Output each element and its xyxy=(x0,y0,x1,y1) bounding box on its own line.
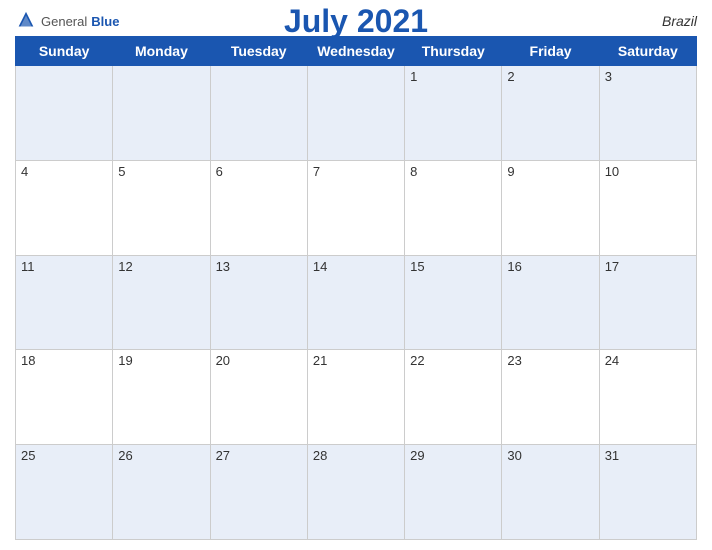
day-number: 16 xyxy=(507,259,521,274)
header-sunday: Sunday xyxy=(16,37,113,66)
calendar-day-cell: 26 xyxy=(113,445,210,540)
calendar-day-cell: 5 xyxy=(113,160,210,255)
day-number: 20 xyxy=(216,353,230,368)
calendar-title: July 2021 xyxy=(284,3,428,40)
day-number: 2 xyxy=(507,69,514,84)
day-number: 25 xyxy=(21,448,35,463)
day-number: 28 xyxy=(313,448,327,463)
calendar-day-cell: 30 xyxy=(502,445,599,540)
calendar-week-row: 25 26 27 28 29 30 31 xyxy=(16,445,697,540)
calendar-day-cell: 6 xyxy=(210,160,307,255)
header-thursday: Thursday xyxy=(405,37,502,66)
day-number: 7 xyxy=(313,164,320,179)
calendar-day-cell: 18 xyxy=(16,350,113,445)
day-number: 17 xyxy=(605,259,619,274)
calendar-day-cell: 1 xyxy=(405,66,502,161)
calendar-day-cell: 16 xyxy=(502,255,599,350)
logo-icon xyxy=(15,10,37,32)
day-number: 23 xyxy=(507,353,521,368)
calendar-day-cell: 10 xyxy=(599,160,696,255)
calendar-day-cell: 21 xyxy=(307,350,404,445)
logo: General Blue xyxy=(15,10,119,32)
calendar-day-cell: 4 xyxy=(16,160,113,255)
header-friday: Friday xyxy=(502,37,599,66)
header-saturday: Saturday xyxy=(599,37,696,66)
weekday-header-row: Sunday Monday Tuesday Wednesday Thursday… xyxy=(16,37,697,66)
day-number: 29 xyxy=(410,448,424,463)
calendar-day-cell: 9 xyxy=(502,160,599,255)
day-number: 8 xyxy=(410,164,417,179)
day-number: 15 xyxy=(410,259,424,274)
day-number: 4 xyxy=(21,164,28,179)
country-label: Brazil xyxy=(662,13,697,29)
day-number: 13 xyxy=(216,259,230,274)
day-number: 3 xyxy=(605,69,612,84)
calendar-day-cell: 12 xyxy=(113,255,210,350)
day-number: 11 xyxy=(21,259,35,274)
calendar-day-cell xyxy=(16,66,113,161)
day-number: 6 xyxy=(216,164,223,179)
day-number: 5 xyxy=(118,164,125,179)
calendar-table: Sunday Monday Tuesday Wednesday Thursday… xyxy=(15,36,697,540)
day-number: 12 xyxy=(118,259,132,274)
calendar-day-cell: 25 xyxy=(16,445,113,540)
day-number: 24 xyxy=(605,353,619,368)
calendar-day-cell: 23 xyxy=(502,350,599,445)
day-number: 27 xyxy=(216,448,230,463)
day-number: 1 xyxy=(410,69,417,84)
day-number: 21 xyxy=(313,353,327,368)
calendar-day-cell xyxy=(210,66,307,161)
calendar-day-cell: 3 xyxy=(599,66,696,161)
calendar-day-cell xyxy=(113,66,210,161)
calendar-day-cell: 29 xyxy=(405,445,502,540)
day-number: 31 xyxy=(605,448,619,463)
header-tuesday: Tuesday xyxy=(210,37,307,66)
header-wednesday: Wednesday xyxy=(307,37,404,66)
day-number: 18 xyxy=(21,353,35,368)
calendar-day-cell: 28 xyxy=(307,445,404,540)
logo-blue-text: Blue xyxy=(91,14,119,29)
day-number: 10 xyxy=(605,164,619,179)
calendar-week-row: 18 19 20 21 22 23 24 xyxy=(16,350,697,445)
calendar-day-cell: 31 xyxy=(599,445,696,540)
calendar-day-cell: 7 xyxy=(307,160,404,255)
calendar-day-cell: 8 xyxy=(405,160,502,255)
calendar-day-cell: 11 xyxy=(16,255,113,350)
calendar-day-cell: 24 xyxy=(599,350,696,445)
header-monday: Monday xyxy=(113,37,210,66)
calendar-week-row: 1 2 3 xyxy=(16,66,697,161)
calendar-day-cell: 14 xyxy=(307,255,404,350)
calendar-day-cell: 19 xyxy=(113,350,210,445)
calendar-header: General Blue July 2021 Brazil xyxy=(15,10,697,32)
calendar-week-row: 11 12 13 14 15 16 17 xyxy=(16,255,697,350)
calendar-day-cell xyxy=(307,66,404,161)
calendar-day-cell: 20 xyxy=(210,350,307,445)
calendar-week-row: 4 5 6 7 8 9 10 xyxy=(16,160,697,255)
calendar-day-cell: 27 xyxy=(210,445,307,540)
calendar-day-cell: 2 xyxy=(502,66,599,161)
day-number: 9 xyxy=(507,164,514,179)
day-number: 22 xyxy=(410,353,424,368)
calendar-day-cell: 22 xyxy=(405,350,502,445)
calendar-day-cell: 15 xyxy=(405,255,502,350)
logo-general-text: General xyxy=(41,14,87,29)
day-number: 14 xyxy=(313,259,327,274)
day-number: 19 xyxy=(118,353,132,368)
calendar-day-cell: 13 xyxy=(210,255,307,350)
calendar-day-cell: 17 xyxy=(599,255,696,350)
day-number: 30 xyxy=(507,448,521,463)
day-number: 26 xyxy=(118,448,132,463)
